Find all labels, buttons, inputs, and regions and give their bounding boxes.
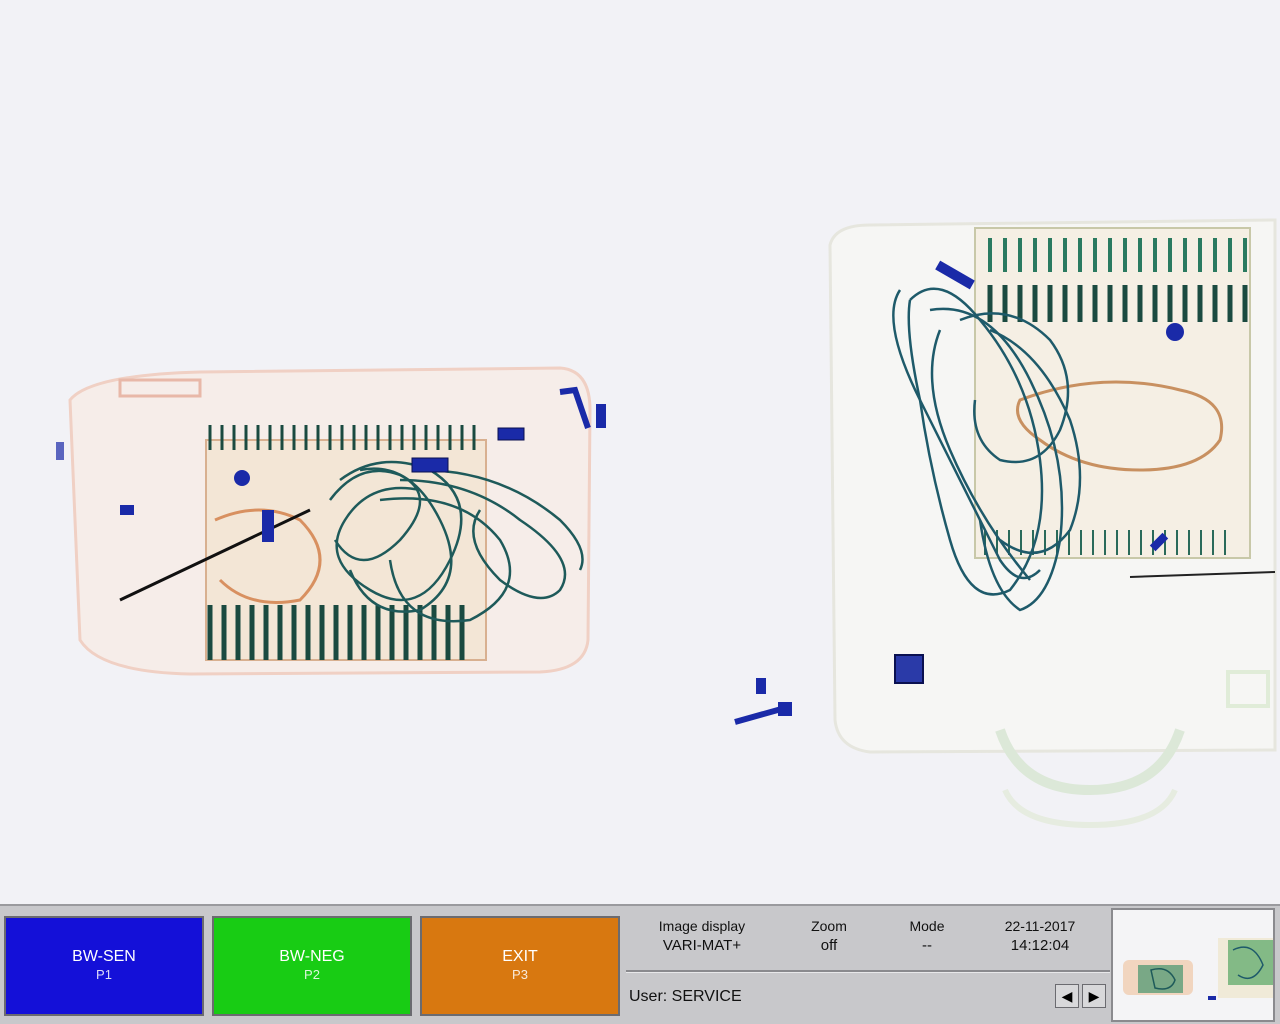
zoom-status: Zoom off — [784, 918, 874, 954]
mode-label: Mode — [909, 918, 945, 934]
previous-image-button[interactable]: ◀ — [1055, 984, 1079, 1008]
mode-status: Mode -- — [882, 918, 972, 954]
time-text: 14:12:04 — [1010, 937, 1070, 954]
status-toolbar: BW-SEN P1 BW-NEG P2 EXIT P3 Image displa… — [0, 904, 1280, 1024]
exit-key: P3 — [512, 967, 528, 982]
right-bag — [828, 218, 1277, 829]
bw-neg-button[interactable]: BW-NEG P2 — [212, 916, 412, 1016]
datetime-status: 22-11-2017 14:12:04 — [990, 918, 1090, 954]
right-triangle-icon: ▶ — [1088, 987, 1100, 1004]
status-divider — [626, 970, 1110, 973]
image-display-status: Image display VARI-MAT+ — [640, 918, 764, 954]
bw-neg-label: BW-NEG — [279, 948, 345, 965]
date-text: 22-11-2017 — [1004, 918, 1076, 934]
left-bag — [56, 366, 606, 676]
next-image-button[interactable]: ▶ — [1082, 984, 1106, 1008]
zoom-label: Zoom — [811, 918, 847, 934]
bw-sen-button[interactable]: BW-SEN P1 — [4, 916, 204, 1016]
image-display-value: VARI-MAT+ — [662, 937, 742, 954]
bw-neg-key: P2 — [304, 967, 320, 982]
exit-label: EXIT — [502, 948, 538, 965]
exit-button[interactable]: EXIT P3 — [420, 916, 620, 1016]
bw-sen-key: P1 — [96, 967, 112, 982]
xray-scan-image — [0, 0, 1280, 904]
thumbnail-drawing — [1123, 938, 1273, 1000]
scan-thumbnail[interactable] — [1111, 908, 1275, 1022]
scan-image-drawing — [56, 218, 1277, 829]
left-triangle-icon: ◀ — [1061, 987, 1073, 1004]
user-status: User: SERVICE — [629, 988, 742, 1005]
bw-sen-label: BW-SEN — [72, 948, 136, 965]
mode-value: -- — [922, 937, 932, 954]
image-display-label: Image display — [658, 918, 746, 934]
zoom-value: off — [820, 937, 838, 954]
